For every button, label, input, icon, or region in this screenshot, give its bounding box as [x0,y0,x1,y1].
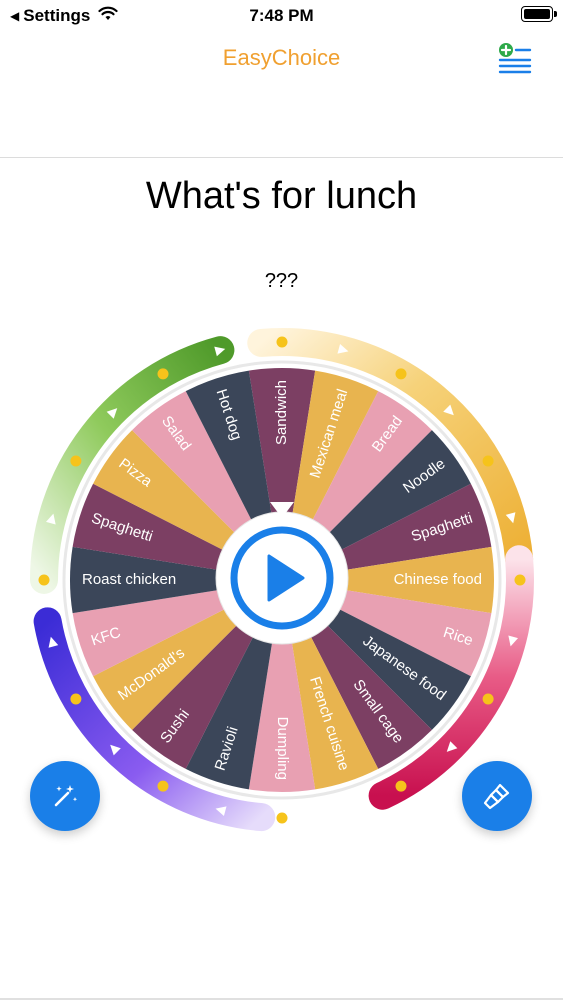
rim-dot [395,780,407,792]
header-divider [0,157,563,158]
magic-wand-icon [54,785,78,807]
rim-dot [482,693,494,705]
wheel-option-label: Roast chicken [82,571,176,588]
rim-dot [276,812,288,824]
rim-dot [157,368,169,380]
choice-wheel[interactable]: Sandwich Mexican meal BreadNoodleSpaghetti… [22,320,542,840]
rim-dot [276,336,288,348]
rim-dot [395,368,407,380]
rim-dot [38,574,50,586]
battery-icon [521,6,557,22]
brush-button[interactable] [462,761,532,831]
list-add-icon[interactable] [498,42,532,74]
rim-dot [70,693,82,705]
rim-dot [482,455,494,467]
status-bar: ◀ Settings 7:48 PM [0,0,563,30]
wheel-option-label: Dumpling [274,717,291,780]
rim-dot [70,455,82,467]
magic-wand-button[interactable] [30,761,100,831]
app-title: EasyChoice [222,45,341,70]
wheel-option-label: Sandwich [273,380,290,445]
rim-arrow [338,803,350,814]
wheel-title: What's for lunch [145,175,418,217]
rim-dot [157,780,169,792]
rim-dot [514,574,526,586]
brush-icon [483,783,510,810]
wheel-option-label: Chinese food [394,571,482,588]
spin-result: ??? [264,270,299,292]
status-time: 7:48 PM [249,6,314,25]
